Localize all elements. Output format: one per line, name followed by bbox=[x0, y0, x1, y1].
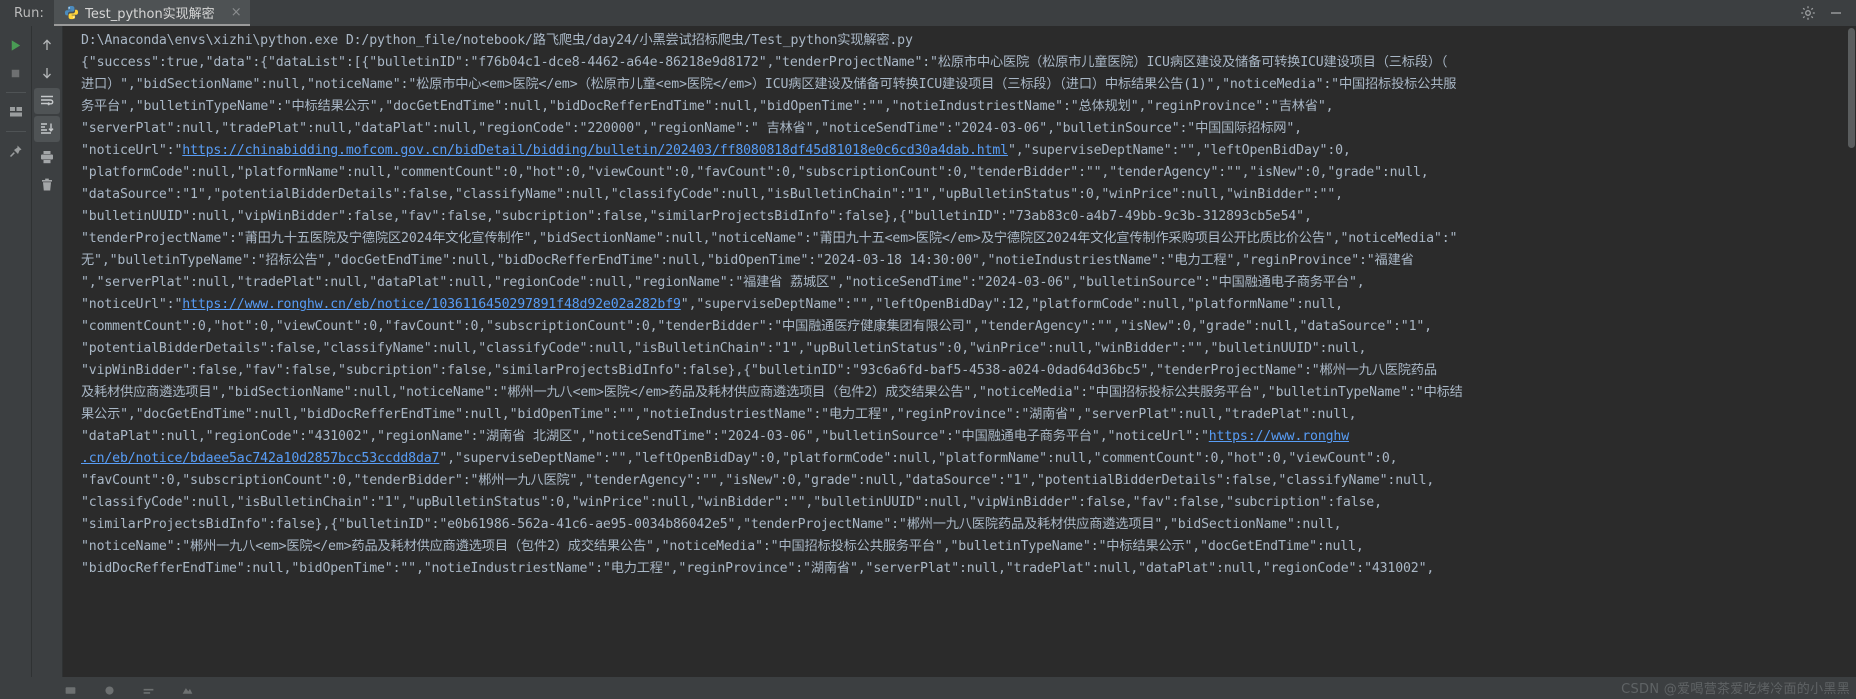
console-text-span: "dataPlat":null,"regionCode":"431002","r… bbox=[81, 429, 1209, 444]
scroll-to-end-button[interactable] bbox=[34, 116, 60, 142]
tab-title: Test_python实现解密 bbox=[85, 6, 215, 22]
strip-icon-2[interactable] bbox=[103, 682, 116, 695]
layout-button[interactable] bbox=[3, 99, 29, 125]
console-line: .cn/eb/notice/bdaee5ac742a10d2857bcc53cc… bbox=[63, 448, 1856, 470]
soft-wrap-button[interactable] bbox=[34, 88, 60, 114]
console-hyperlink[interactable]: https://www.ronghw.cn/eb/notice/10361164… bbox=[182, 297, 681, 312]
console-line: "noticeUrl":"https://chinabidding.mofcom… bbox=[63, 140, 1856, 162]
print-button[interactable] bbox=[34, 144, 60, 170]
toolbar-separator-2 bbox=[5, 131, 26, 132]
console-text-span: "noticeUrl":" bbox=[81, 297, 183, 312]
tool-window-actions bbox=[1800, 0, 1856, 26]
tab-bar-spacer bbox=[250, 0, 1800, 26]
run-tab-bar: Run: Test_python实现解密 × bbox=[0, 0, 1856, 26]
console-line: "dataPlat":null,"regionCode":"431002","r… bbox=[63, 426, 1856, 448]
console-text-span: "potentialBidderDetails":false,"classify… bbox=[81, 341, 1367, 356]
console-hyperlink[interactable]: .cn/eb/notice/bdaee5ac742a10d2857bcc53cc… bbox=[81, 451, 439, 466]
console-text-span: "dataSource":"1","potentialBidderDetails… bbox=[81, 187, 1343, 202]
console-line: "commentCount":0,"hot":0,"viewCount":0,"… bbox=[63, 316, 1856, 338]
console-line: "classifyCode":null,"isBulletinChain":"1… bbox=[63, 492, 1856, 514]
console-line: 果公示","docGetEndTime":null,"bidDocRefferE… bbox=[63, 404, 1856, 426]
run-toolbar-secondary bbox=[31, 26, 62, 677]
console-text-span: ","superviseDeptName":"","leftOpenBidDay… bbox=[1007, 143, 1351, 158]
console-text-span: "bidDocRefferEndTime":null,"bidOpenTime"… bbox=[81, 561, 1435, 576]
strip-icon-4[interactable] bbox=[181, 682, 194, 695]
scrollbar-thumb[interactable] bbox=[1848, 28, 1855, 148]
run-toolbar-primary bbox=[0, 26, 31, 677]
console-text-span: 务平台","bulletinTypeName":"中标结果公示","docGet… bbox=[81, 99, 1334, 114]
console-text-span: 进口）","bidSectionName":null,"noticeName":… bbox=[81, 77, 1457, 92]
console-text-span: "noticeName":"郴州一九八<em>医院</em>药品及耗材供应商遴选… bbox=[81, 539, 1364, 554]
console-text-span: "tenderProjectName":"莆田九十五医院及宁德院区2024年文化… bbox=[81, 231, 1458, 246]
console-line: "tenderProjectName":"莆田九十五医院及宁德院区2024年文化… bbox=[63, 228, 1856, 250]
console-text-span: 无","bulletinTypeName":"招标公告","docGetEndT… bbox=[81, 253, 1414, 268]
rerun-button[interactable] bbox=[3, 32, 29, 58]
settings-icon[interactable] bbox=[1800, 5, 1816, 21]
console-line: "serverPlat":null,"tradePlat":null,"data… bbox=[63, 118, 1856, 140]
console-line: "noticeUrl":"https://www.ronghw.cn/eb/no… bbox=[63, 294, 1856, 316]
console-text-span: "noticeUrl":" bbox=[81, 143, 183, 158]
console-text-span: ","superviseDeptName":"","leftOpenBidDay… bbox=[680, 297, 1343, 312]
strip-icon-3[interactable] bbox=[142, 682, 155, 695]
console-text-span: 果公示","docGetEndTime":null,"bidDocRefferE… bbox=[81, 407, 1357, 422]
strip-icon-1[interactable] bbox=[64, 682, 77, 695]
console-line: ","serverPlat":null,"tradePlat":null,"da… bbox=[63, 272, 1856, 294]
console-text: D:\Anaconda\envs\xizhi\python.exe D:/pyt… bbox=[63, 26, 1856, 677]
console-text-span: "platformCode":null,"platformName":null,… bbox=[81, 165, 1429, 180]
console-line: 无","bulletinTypeName":"招标公告","docGetEndT… bbox=[63, 250, 1856, 272]
run-panel-label: Run: bbox=[14, 5, 45, 21]
console-text-span: 及耗材供应商遴选项目","bidSectionName":null,"notic… bbox=[81, 385, 1463, 400]
close-icon[interactable]: × bbox=[231, 6, 242, 19]
console-line: "vipWinBidder":false,"fav":false,"subcri… bbox=[63, 360, 1856, 382]
watermark-text: CSDN @爱喝营茶爱吃烤冷面的小黑黑 bbox=[1621, 682, 1850, 697]
run-tool-window: Run: Test_python实现解密 × D:\Anaconda\envs\… bbox=[0, 0, 1856, 699]
console-command-line: D:\Anaconda\envs\xizhi\python.exe D:/pyt… bbox=[81, 33, 913, 48]
console-line: {"success":true,"data":{"dataList":[{"bu… bbox=[63, 52, 1856, 74]
console-line: "noticeName":"郴州一九八<em>医院</em>药品及耗材供应商遴选… bbox=[63, 536, 1856, 558]
console-text-span: ","superviseDeptName":"","leftOpenBidDay… bbox=[439, 451, 1398, 466]
status-strip: CSDN @爱喝营茶爱吃烤冷面的小黑黑 bbox=[0, 677, 1856, 699]
console-line: "dataSource":"1","potentialBidderDetails… bbox=[63, 184, 1856, 206]
console-text-span: ","serverPlat":null,"tradePlat":null,"da… bbox=[81, 275, 1365, 290]
down-stack-trace-button[interactable] bbox=[34, 60, 60, 86]
console-text-span: "similarProjectsBidInfo":false},{"bullet… bbox=[81, 517, 1342, 532]
hide-icon[interactable] bbox=[1828, 5, 1844, 21]
console-text-span: "bulletinUUID":null,"vipWinBidder":false… bbox=[81, 209, 1312, 224]
python-file-icon bbox=[64, 5, 79, 20]
stop-button[interactable] bbox=[3, 60, 29, 86]
tab-test-python[interactable]: Test_python实现解密 × bbox=[54, 0, 250, 26]
console-vertical-scrollbar[interactable] bbox=[1847, 26, 1856, 677]
toolbar-separator-1 bbox=[5, 92, 26, 93]
console-text-span: {"success":true,"data":{"dataList":[{"bu… bbox=[81, 55, 1448, 70]
console-text-span: "favCount":0,"subscriptionCount":0,"tend… bbox=[81, 473, 1435, 488]
console-line: "bulletinUUID":null,"vipWinBidder":false… bbox=[63, 206, 1856, 228]
console-line: "potentialBidderDetails":false,"classify… bbox=[63, 338, 1856, 360]
console-text-span: "vipWinBidder":false,"fav":false,"subcri… bbox=[81, 363, 1437, 378]
console-hyperlink[interactable]: https://www.ronghw bbox=[1209, 429, 1349, 444]
console-line: 务平台","bulletinTypeName":"中标结果公示","docGet… bbox=[63, 96, 1856, 118]
console-output-panel[interactable]: D:\Anaconda\envs\xizhi\python.exe D:/pyt… bbox=[62, 26, 1856, 677]
clear-all-button[interactable] bbox=[34, 172, 60, 198]
console-line: 及耗材供应商遴选项目","bidSectionName":null,"notic… bbox=[63, 382, 1856, 404]
console-text-span: "classifyCode":null,"isBulletinChain":"1… bbox=[81, 495, 1382, 510]
pin-button[interactable] bbox=[3, 138, 29, 164]
console-text-span: "commentCount":0,"hot":0,"viewCount":0,"… bbox=[81, 319, 1432, 334]
console-line: "similarProjectsBidInfo":false},{"bullet… bbox=[63, 514, 1856, 536]
up-stack-trace-button[interactable] bbox=[34, 32, 60, 58]
console-hyperlink[interactable]: https://chinabidding.mofcom.gov.cn/bidDe… bbox=[182, 143, 1008, 158]
run-window-body: D:\Anaconda\envs\xizhi\python.exe D:/pyt… bbox=[0, 26, 1856, 677]
console-line: "favCount":0,"subscriptionCount":0,"tend… bbox=[63, 470, 1856, 492]
console-line: "bidDocRefferEndTime":null,"bidOpenTime"… bbox=[63, 558, 1856, 580]
console-line: 进口）","bidSectionName":null,"noticeName":… bbox=[63, 74, 1856, 96]
console-line: "platformCode":null,"platformName":null,… bbox=[63, 162, 1856, 184]
console-text-span: "serverPlat":null,"tradePlat":null,"data… bbox=[81, 121, 1302, 136]
